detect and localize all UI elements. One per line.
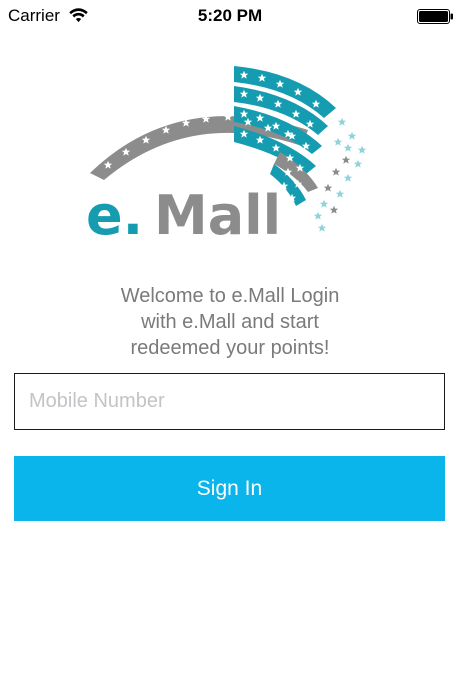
logo-text-e: e. (86, 184, 143, 245)
logo-stars-trailing (313, 117, 367, 232)
status-bar: Carrier 5:20 PM (0, 0, 460, 34)
welcome-line-1: Welcome to e.Mall Login (120, 285, 340, 307)
mobile-number-input[interactable] (14, 373, 445, 430)
sign-in-button[interactable]: Sign In (14, 456, 445, 521)
logo-text-mall: Mall (154, 184, 281, 245)
emall-logo: e. Mall (86, 66, 367, 245)
welcome-message: Welcome to e.Mall Login with e.Mall and … (0, 283, 460, 361)
battery-icon (417, 9, 453, 24)
welcome-line-3: redeemed your points! (130, 337, 330, 359)
status-time: 5:20 PM (197, 6, 263, 25)
welcome-line-2: with e.Mall and start (141, 311, 319, 333)
